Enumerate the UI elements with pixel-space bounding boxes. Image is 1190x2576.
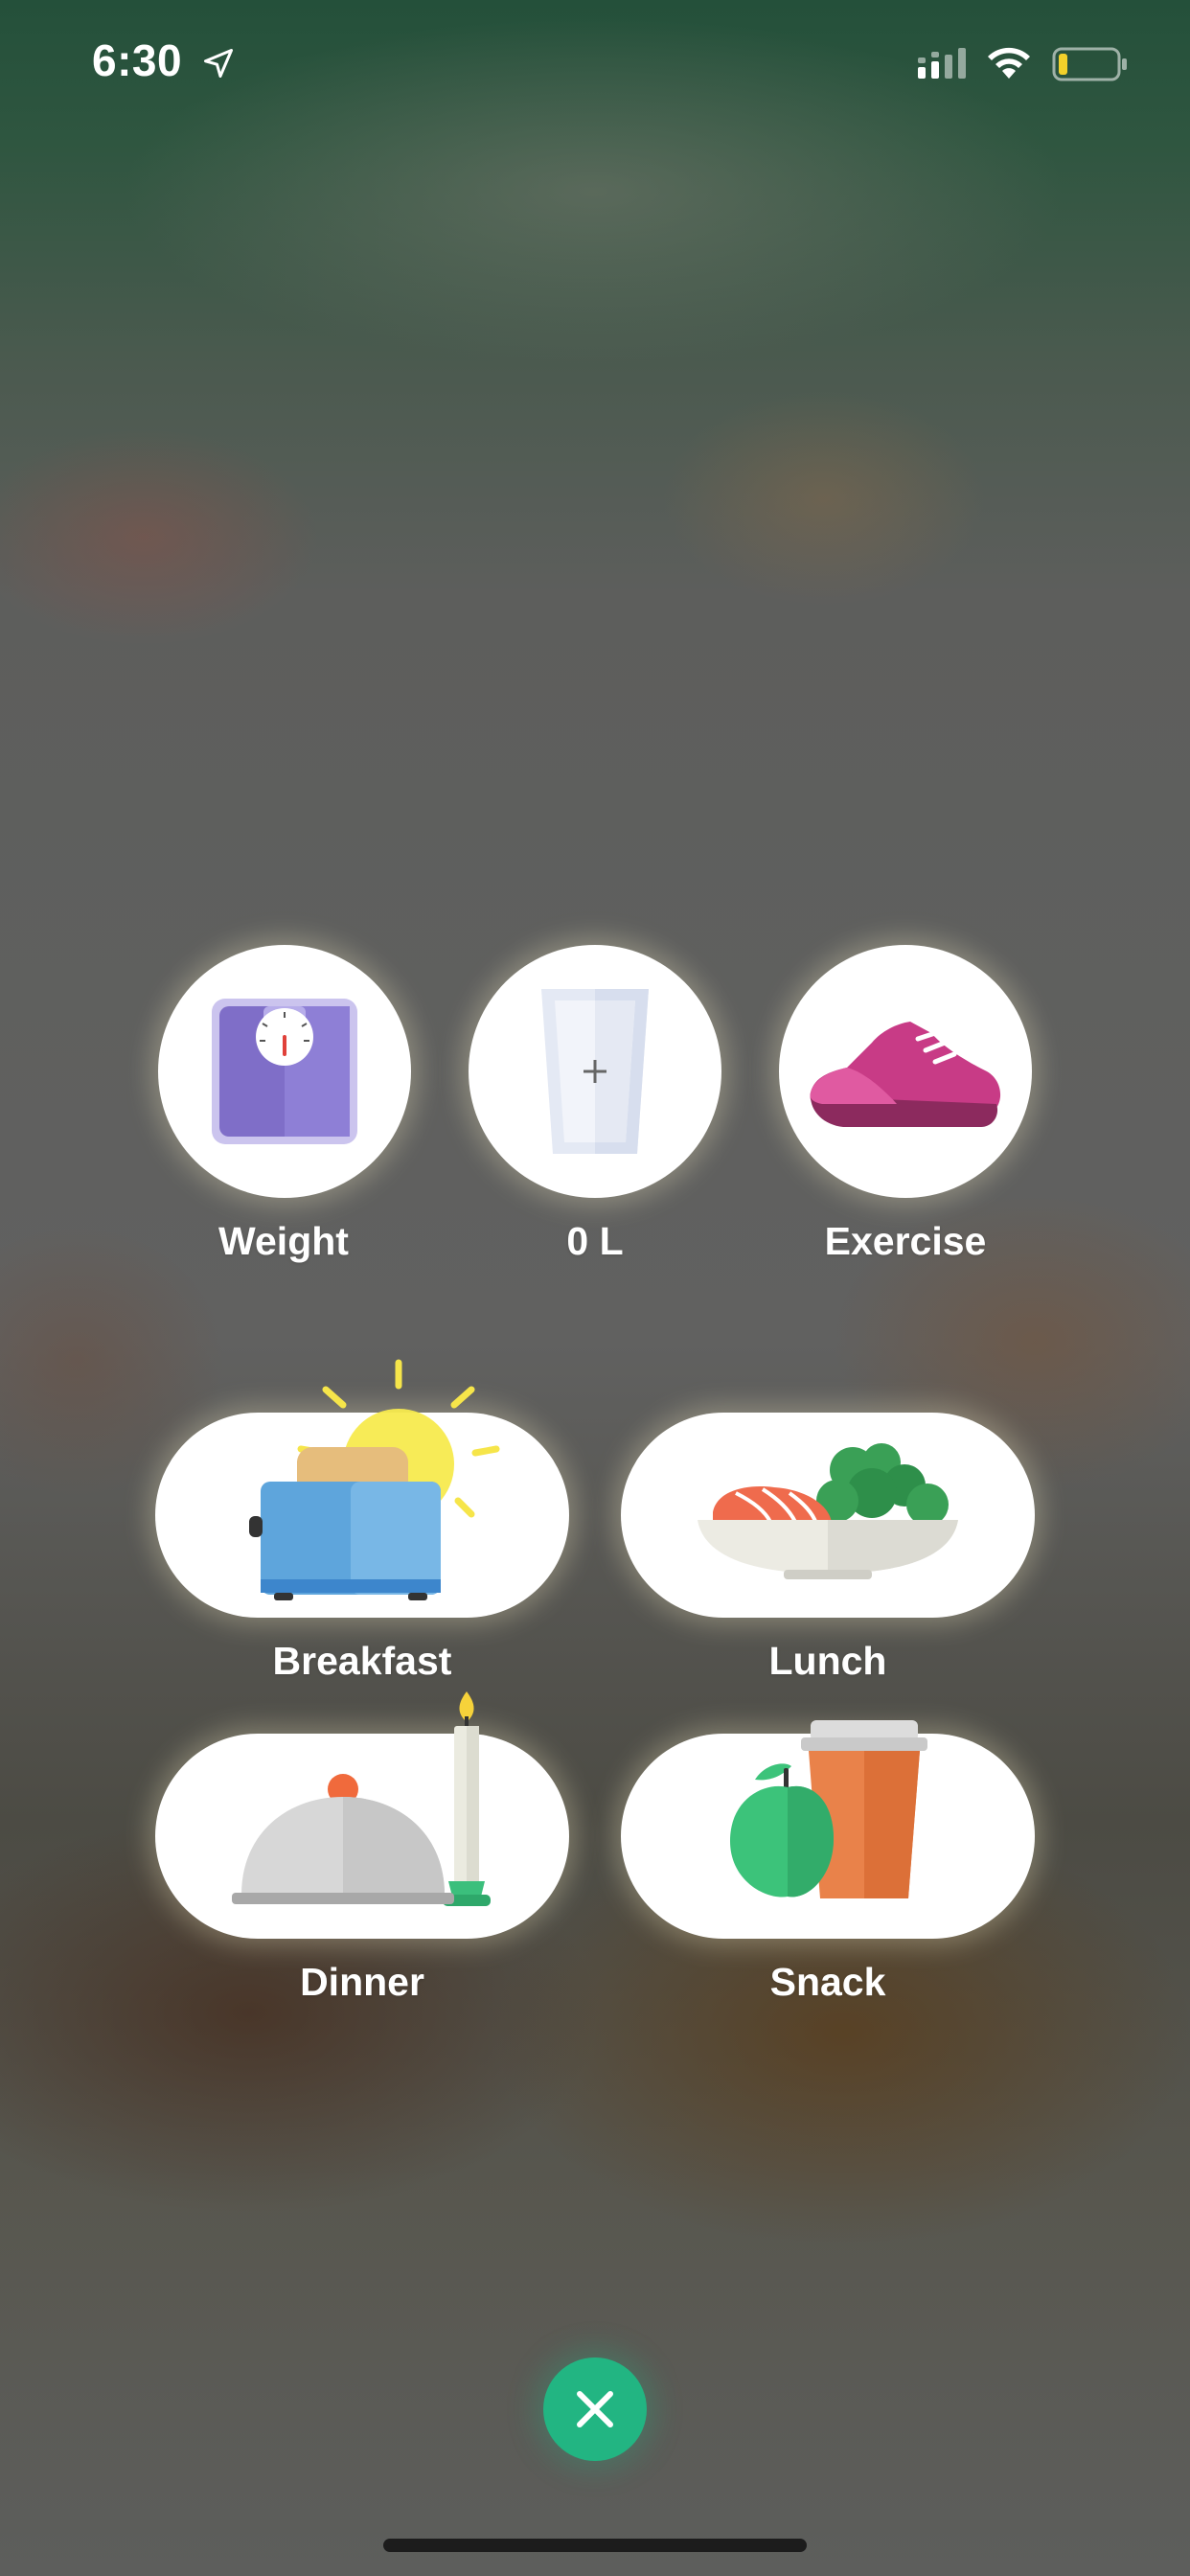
snack-label: Snack [769, 1960, 886, 2004]
cloche-candle-icon [232, 1691, 491, 1906]
wifi-icon [988, 47, 1030, 79]
close-icon [577, 2391, 613, 2427]
dinner-button[interactable] [155, 1691, 569, 1939]
dinner-label: Dinner [300, 1960, 424, 2004]
snack-button[interactable] [621, 1720, 1035, 1939]
water-button[interactable] [469, 945, 721, 1198]
close-button[interactable] [543, 2358, 647, 2461]
toaster-sun-icon [249, 1359, 500, 1600]
salmon-salad-bowl-icon [698, 1443, 958, 1579]
home-indicator[interactable] [383, 2539, 807, 2552]
breakfast-label: Breakfast [272, 1639, 452, 1683]
location-arrow-icon [204, 49, 233, 78]
lunch-button[interactable] [621, 1413, 1035, 1618]
weight-button[interactable] [158, 945, 411, 1198]
sneaker-icon [810, 1022, 1001, 1127]
exercise-button[interactable] [779, 945, 1032, 1198]
lunch-label: Lunch [768, 1639, 887, 1683]
status-time: 6:30 [92, 35, 183, 85]
battery-icon [1052, 47, 1127, 81]
status-bar: 6:30 [0, 0, 1190, 125]
blurred-background [0, 0, 1190, 2576]
exercise-label: Exercise [824, 1219, 987, 1263]
apple-coffee-cup-icon [730, 1720, 927, 1898]
cellular-signal-icon [918, 48, 966, 79]
breakfast-button[interactable] [155, 1359, 569, 1618]
scale-icon [212, 999, 357, 1144]
water-glass-icon [541, 989, 649, 1154]
